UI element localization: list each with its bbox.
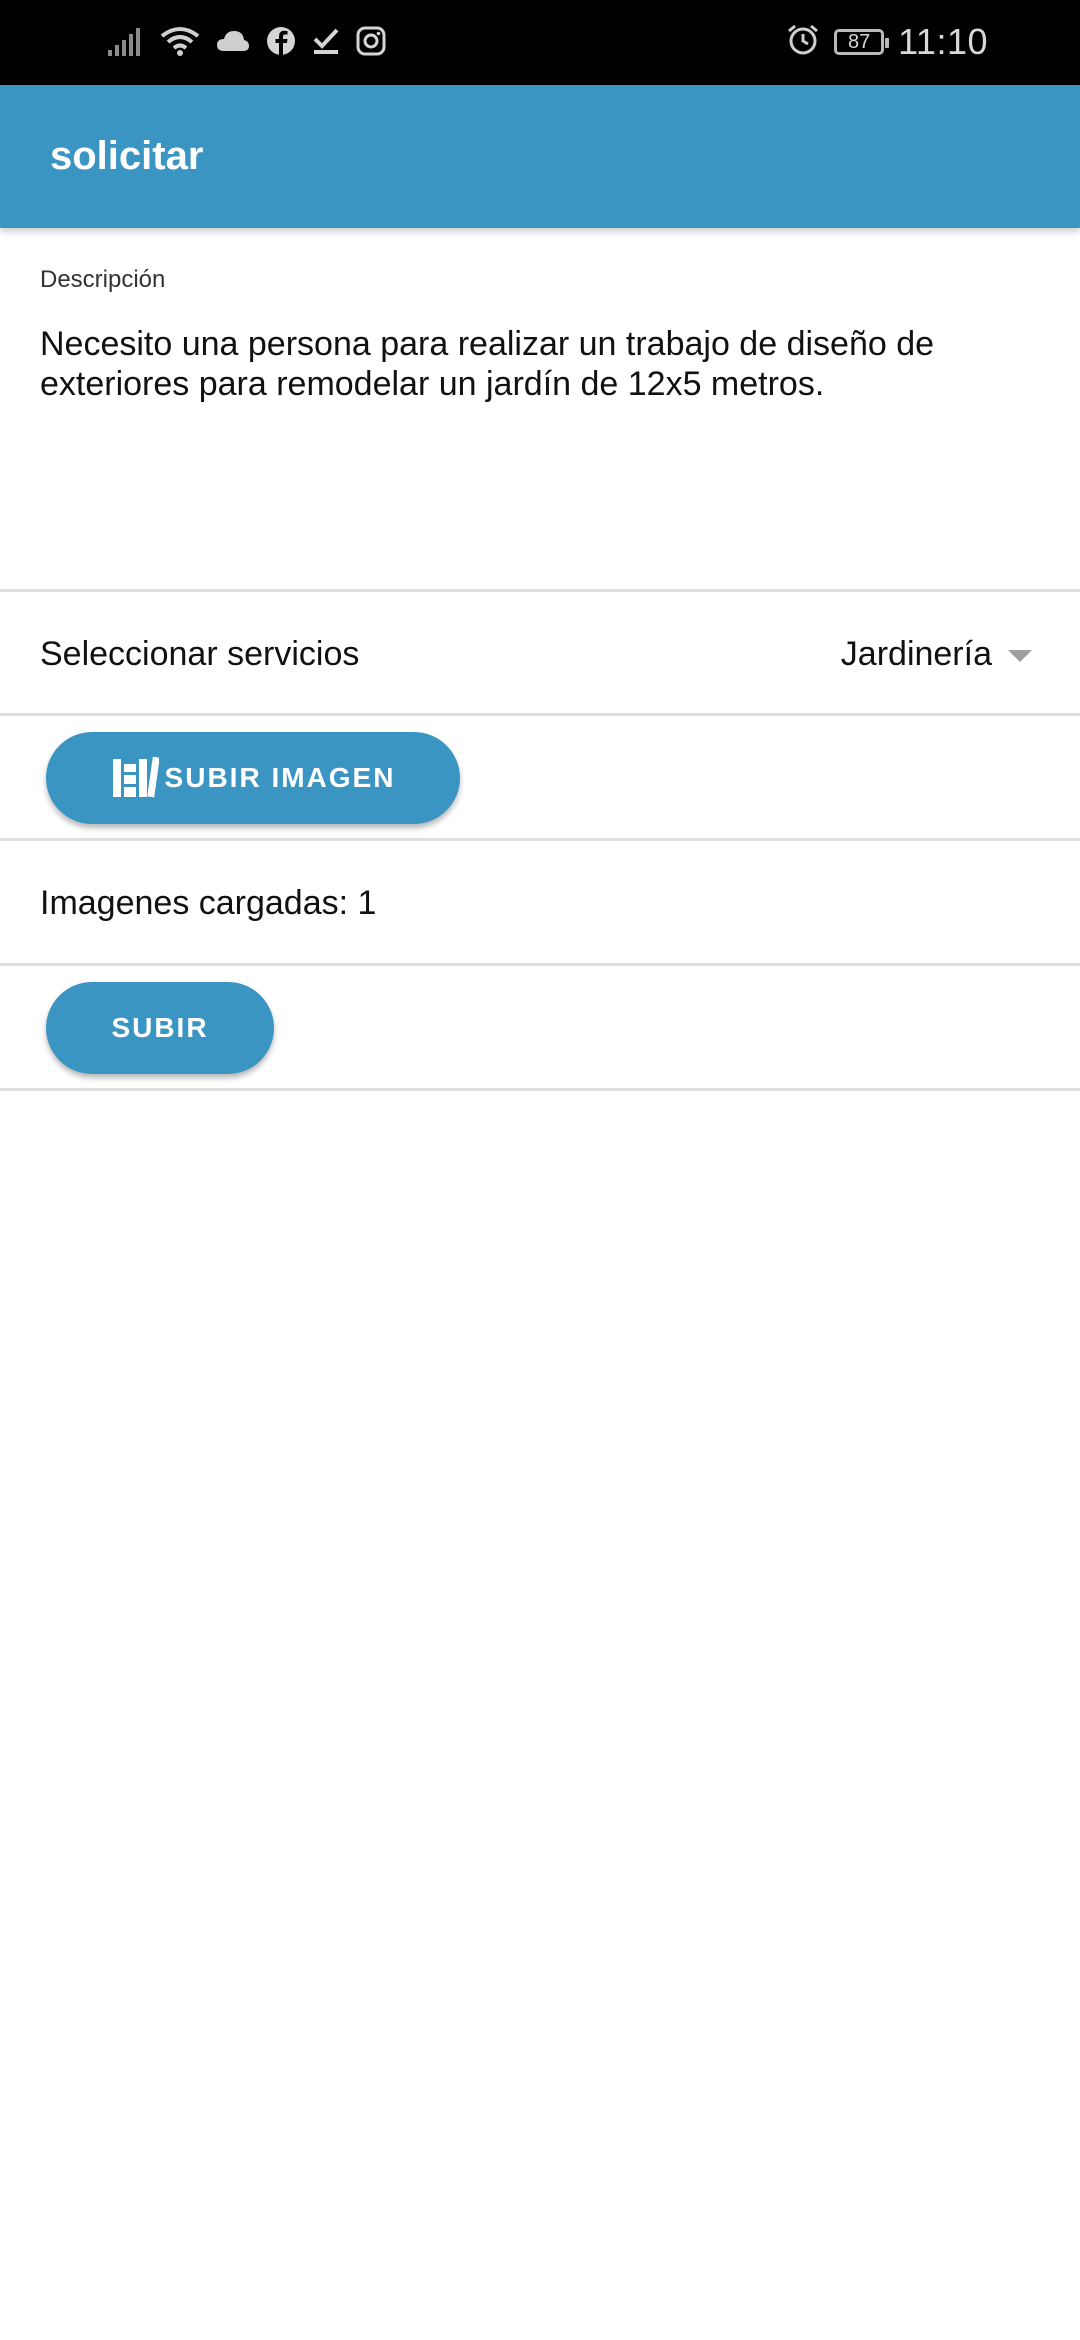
- images-loaded-text: Imagenes cargadas: 1: [40, 884, 377, 922]
- status-bar: 87 11:10: [0, 0, 1080, 85]
- page-title: solicitar: [50, 134, 204, 178]
- services-label: Seleccionar servicios: [40, 634, 360, 673]
- description-input[interactable]: Necesito una persona para realizar un tr…: [40, 324, 1040, 404]
- battery-level: 87: [847, 30, 871, 53]
- battery-icon: 87: [834, 29, 890, 55]
- instagram-icon: [356, 26, 386, 61]
- wifi-icon: [160, 25, 200, 62]
- status-icons-right: 87 11:10: [786, 18, 988, 66]
- upload-image-label: SUBIR IMAGEN: [164, 762, 396, 793]
- description-label: Descripción: [40, 266, 166, 293]
- checkmark-icon: [312, 27, 340, 60]
- status-icons-left: [108, 22, 386, 64]
- services-selected-value: Jardinería: [840, 634, 992, 673]
- submit-button[interactable]: SUBIR: [46, 982, 274, 1074]
- image-library-icon: [111, 755, 159, 801]
- app-bar: solicitar: [0, 85, 1080, 228]
- alarm-icon: [786, 23, 820, 62]
- upload-row: SUBIR IMAGEN: [0, 716, 1080, 841]
- images-count-row: Imagenes cargadas: 1: [0, 841, 1080, 966]
- signal-icon: [108, 26, 144, 61]
- submit-row: SUBIR: [0, 966, 1080, 1091]
- services-row: Seleccionar servicios Jardinería: [0, 592, 1080, 716]
- description-field[interactable]: Descripción Necesito una persona para re…: [0, 228, 1080, 592]
- upload-image-button[interactable]: SUBIR IMAGEN: [46, 732, 460, 824]
- facebook-icon: [266, 26, 296, 61]
- chevron-down-icon: [1008, 650, 1032, 662]
- status-time: 11:10: [898, 21, 988, 62]
- cloud-icon: [216, 29, 250, 58]
- services-dropdown[interactable]: Jardinería: [841, 592, 1032, 716]
